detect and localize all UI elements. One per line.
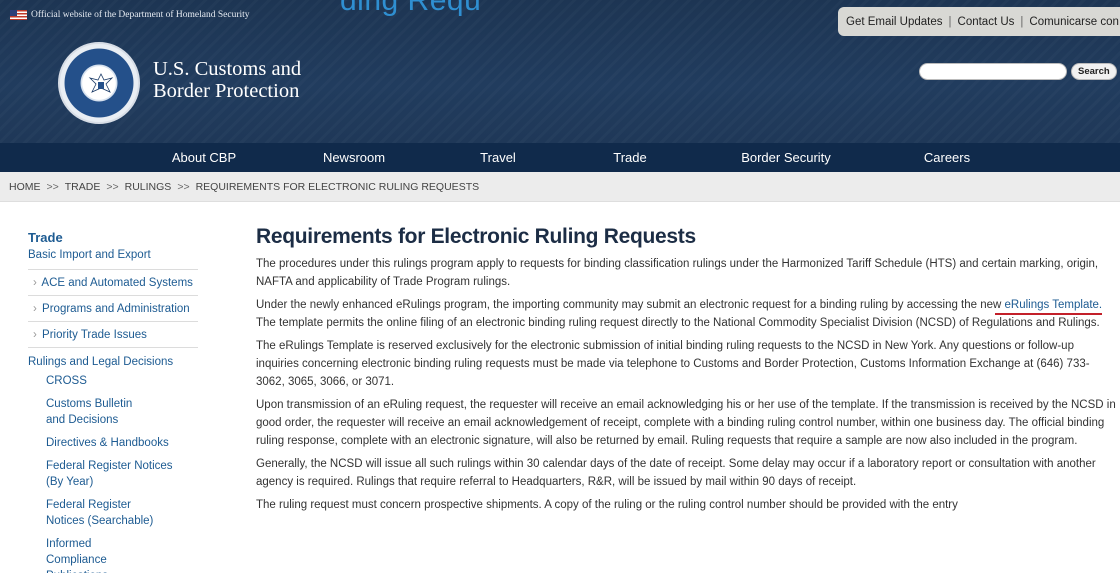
breadcrumb-separator: >> (177, 180, 190, 193)
paragraph-text: The template permits the online filing o… (256, 317, 1100, 329)
agency-name-line2: Border Protection (153, 80, 300, 102)
paragraph-text: Under the newly enhanced eRulings progra… (256, 299, 1005, 311)
sidebar-subitem-fr-notices-search[interactable]: Federal Register Notices (Searchable) (28, 497, 168, 529)
main-content: Requirements for Electronic Ruling Reque… (256, 224, 1116, 519)
contact-us-link[interactable]: Contact Us (958, 16, 1015, 28)
sidebar-item-priority[interactable]: › Priority Trade Issues (28, 322, 198, 348)
email-updates-link[interactable]: Get Email Updates (846, 16, 943, 28)
sidebar-subitem-customs-bulletin[interactable]: Customs Bulletin and Decisions (28, 396, 148, 428)
page-title: Requirements for Electronic Ruling Reque… (256, 225, 696, 248)
cropped-title-text: ding Requ (340, 0, 482, 17)
paragraph-reserved: The eRulings Template is reserved exclus… (256, 340, 1090, 388)
us-flag-icon (10, 10, 27, 20)
agency-name-line1: U.S. Customs and (153, 58, 302, 80)
paragraph-timing: Generally, the NCSD will issue all such … (256, 458, 1096, 488)
site-search: Search (919, 63, 1117, 80)
utility-links: Get Email Updates | Contact Us | Comunic… (838, 7, 1120, 36)
search-input[interactable] (919, 63, 1067, 80)
official-notice-text: Official website of the Department of Ho… (31, 10, 250, 20)
sidebar-item-label: ACE and Automated Systems (41, 277, 193, 289)
sidebar-subitem-informed-compliance[interactable]: Informed Compliance Publications (28, 536, 148, 573)
official-notice: Official website of the Department of Ho… (10, 10, 250, 20)
sidebar-title[interactable]: Trade (28, 230, 198, 246)
sidebar-item-basic-import[interactable]: Basic Import and Export (28, 248, 198, 270)
utility-separator: | (948, 15, 952, 28)
chevron-right-icon: › (33, 277, 37, 289)
chevron-right-icon: › (33, 303, 37, 315)
paragraph-erulings: Under the newly enhanced eRulings progra… (256, 296, 1116, 332)
comunicarse-link[interactable]: Comunicarse con Nosotr (1029, 16, 1120, 28)
sidebar-item-programs[interactable]: › Programs and Administration (28, 296, 198, 322)
erulings-template-link[interactable]: eRulings Template. (994, 299, 1103, 315)
nav-item-trade[interactable]: Trade (613, 143, 646, 172)
sidebar-subitem-cross[interactable]: CROSS (28, 373, 198, 389)
nav-item-travel[interactable]: Travel (480, 143, 516, 172)
utility-separator: | (1020, 15, 1024, 28)
paragraph-prospective: The ruling request must concern prospect… (256, 499, 958, 511)
sidebar-nav: Trade Basic Import and Export › ACE and … (28, 230, 198, 573)
nav-item-border-security[interactable]: Border Security (741, 143, 831, 172)
breadcrumb: HOME >> TRADE >> RULINGS >> REQUIREMENTS… (0, 172, 1120, 202)
sidebar-item-ace[interactable]: › ACE and Automated Systems (28, 270, 198, 296)
dhs-seal-logo[interactable] (58, 42, 140, 124)
nav-item-newsroom[interactable]: Newsroom (323, 143, 385, 172)
chevron-right-icon: › (33, 329, 37, 341)
agency-name[interactable]: U.S. Customs and Border Protection (153, 58, 301, 102)
sidebar-section-rulings[interactable]: Rulings and Legal Decisions (28, 354, 198, 370)
eagle-icon (88, 73, 114, 93)
breadcrumb-trade[interactable]: TRADE (65, 181, 101, 193)
search-button[interactable]: Search (1071, 63, 1117, 80)
breadcrumb-separator: >> (106, 180, 119, 193)
breadcrumb-home[interactable]: HOME (9, 181, 41, 193)
sidebar-item-label: Priority Trade Issues (42, 329, 147, 341)
paragraph-procedures: The procedures under this rulings progra… (256, 258, 1099, 288)
nav-item-about-cbp[interactable]: About CBP (172, 143, 236, 172)
link-text: eRulings Template. (1004, 299, 1103, 311)
sidebar-item-label: Programs and Administration (42, 303, 190, 315)
paragraph-transmission: Upon transmission of an eRuling request,… (256, 399, 1116, 447)
main-navigation: About CBP Newsroom Travel Trade Border S… (0, 143, 1120, 172)
sidebar-subitem-fr-notices-year[interactable]: Federal Register Notices (By Year) (28, 458, 183, 490)
sidebar-subitem-directives[interactable]: Directives & Handbooks (28, 435, 198, 451)
breadcrumb-rulings[interactable]: RULINGS (125, 181, 172, 193)
highlight-underline (994, 313, 1103, 315)
breadcrumb-current: REQUIREMENTS FOR ELECTRONIC RULING REQUE… (195, 180, 480, 193)
nav-item-careers[interactable]: Careers (924, 143, 970, 172)
site-header: ding Requ Official website of the Depart… (0, 0, 1120, 143)
breadcrumb-separator: >> (46, 180, 59, 193)
